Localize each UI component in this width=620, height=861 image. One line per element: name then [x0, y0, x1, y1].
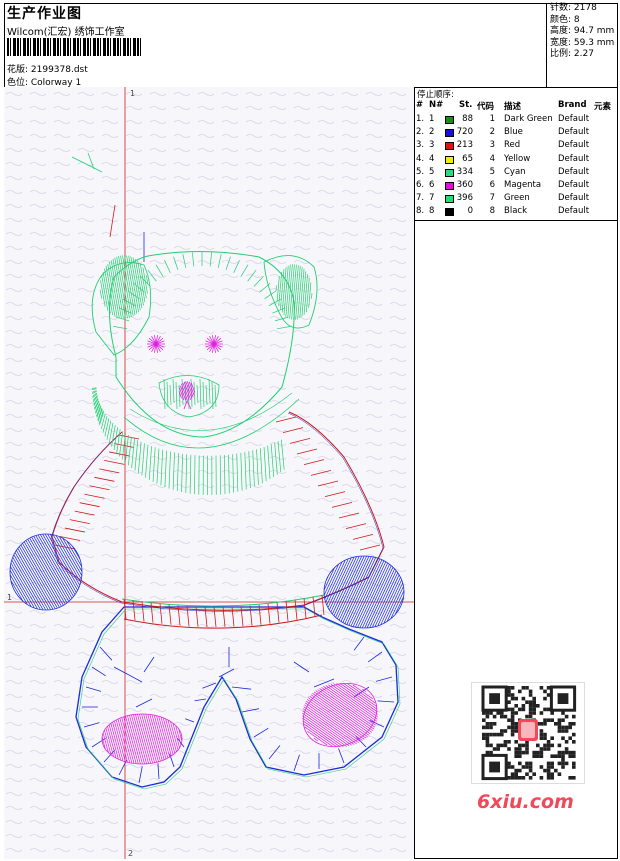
- row-stitches: 396: [456, 193, 473, 204]
- row-brand: Default: [558, 127, 590, 138]
- stat-height: 高度: 94.7 mm: [550, 26, 615, 36]
- row-description: Black: [504, 206, 527, 217]
- header-element: 元素: [594, 102, 612, 112]
- row-brand: Default: [558, 166, 590, 177]
- row-code: 5: [489, 166, 495, 177]
- stat-colors: 颜色: 8: [550, 14, 580, 25]
- row-code: 3: [489, 140, 495, 151]
- color-swatch: [445, 182, 454, 190]
- color-swatch: [445, 168, 454, 177]
- row-code: 2: [489, 127, 495, 138]
- watermark-brand: 6xiu.com: [477, 791, 574, 813]
- guide-label-bottom: 2: [128, 849, 133, 858]
- stop-sequence-table: 停止顺序: # N# St. 代码 描述 Brand 元素 1. 1 88 1 Dark…: [415, 87, 618, 221]
- row-index: 7.: [416, 193, 425, 204]
- row-seq: 4: [429, 153, 435, 164]
- legend-title: 停止顺序:: [417, 90, 454, 100]
- stat-stitches: 针数: 2178: [550, 3, 597, 13]
- color-swatch: [445, 208, 454, 217]
- stat-scale: 比例: 2.27: [550, 49, 594, 59]
- guide-label-top: 1: [130, 89, 135, 98]
- row-seq: 2: [429, 127, 435, 138]
- design-file-label: 花版: 2199378.dst: [7, 65, 88, 75]
- row-index: 3.: [416, 140, 425, 151]
- row-stitches: 334: [456, 166, 473, 177]
- legend-row: 6. 6 360 6 Magenta Default: [415, 180, 618, 193]
- row-stitches: 213: [456, 140, 473, 151]
- row-stitches: 65: [462, 153, 473, 164]
- legend-header-row: # N# St. 代码 描述 Brand 元素: [415, 100, 618, 113]
- row-description: Yellow: [504, 153, 531, 164]
- row-index: 8.: [416, 206, 425, 217]
- row-description: Magenta: [504, 180, 542, 190]
- studio-subtitle: Wilcom(汇宏) 绣饰工作室: [7, 27, 125, 38]
- legend-row: 5. 5 334 5 Cyan Default: [415, 167, 618, 180]
- row-index: 1.: [416, 114, 425, 124]
- row-description: Dark Green: [504, 114, 553, 124]
- page-title: 生产作业图: [7, 6, 82, 22]
- legend-row: 4. 4 65 4 Yellow Default: [415, 154, 618, 167]
- row-code: 7: [489, 193, 495, 204]
- legend-row: 2. 2 720 2 Blue Default: [415, 127, 618, 140]
- row-seq: 1: [429, 114, 435, 124]
- row-brand: Default: [558, 153, 590, 164]
- row-stitches: 360: [456, 180, 473, 190]
- row-brand: Default: [558, 193, 590, 204]
- color-swatch: [445, 195, 454, 204]
- row-seq: 8: [429, 206, 435, 217]
- row-code: 1: [489, 114, 495, 124]
- header-code: 代码: [477, 102, 495, 112]
- color-swatch: [445, 142, 454, 151]
- row-brand: Default: [558, 180, 590, 190]
- color-swatch: [445, 129, 454, 138]
- color-swatch: [445, 155, 454, 164]
- guide-label-left: 1: [7, 593, 12, 602]
- header-stitches: St.: [459, 100, 473, 110]
- row-description: Cyan: [504, 166, 526, 177]
- header-seq: N#: [429, 100, 444, 110]
- header-brand: Brand: [558, 100, 587, 110]
- row-index: 5.: [416, 166, 425, 177]
- bear-design: 1 2 1: [4, 87, 414, 859]
- color-swatch: [445, 116, 454, 124]
- row-stitches: 88: [462, 114, 473, 124]
- row-description: Red: [504, 140, 521, 151]
- qr-code-graphic: [481, 685, 577, 781]
- row-code: 8: [489, 206, 495, 217]
- legend-row: 1. 1 88 1 Dark Green Default: [415, 114, 618, 127]
- row-seq: 3: [429, 140, 435, 151]
- legend-row: 7. 7 396 7 Green Default: [415, 193, 618, 206]
- stats-panel: 针数: 2178 颜色: 8 高度: 94.7 mm 宽度: 59.3 mm 比…: [546, 3, 618, 87]
- row-description: Blue: [504, 127, 523, 138]
- header-index: #: [416, 100, 424, 110]
- legend-row: 8. 8 0 8 Black Default: [415, 206, 618, 219]
- row-seq: 6: [429, 180, 435, 190]
- row-stitches: 720: [456, 127, 473, 138]
- row-brand: Default: [558, 206, 590, 217]
- row-brand: Default: [558, 114, 590, 124]
- stat-width: 宽度: 59.3 mm: [550, 37, 615, 48]
- qr-code[interactable]: [471, 682, 585, 784]
- row-code: 4: [489, 153, 495, 164]
- row-description: Green: [504, 193, 530, 204]
- barcode: [7, 38, 141, 56]
- row-seq: 7: [429, 193, 435, 204]
- header-description: 描述: [504, 102, 522, 112]
- embroidery-preview: 1 2 1: [4, 87, 415, 859]
- row-index: 6.: [416, 180, 425, 190]
- row-seq: 5: [429, 166, 435, 177]
- row-code: 6: [489, 180, 495, 190]
- row-index: 4.: [416, 153, 425, 164]
- row-stitches: 0: [467, 206, 473, 217]
- row-brand: Default: [558, 140, 590, 151]
- legend-row: 3. 3 213 3 Red Default: [415, 140, 618, 153]
- row-index: 2.: [416, 127, 425, 138]
